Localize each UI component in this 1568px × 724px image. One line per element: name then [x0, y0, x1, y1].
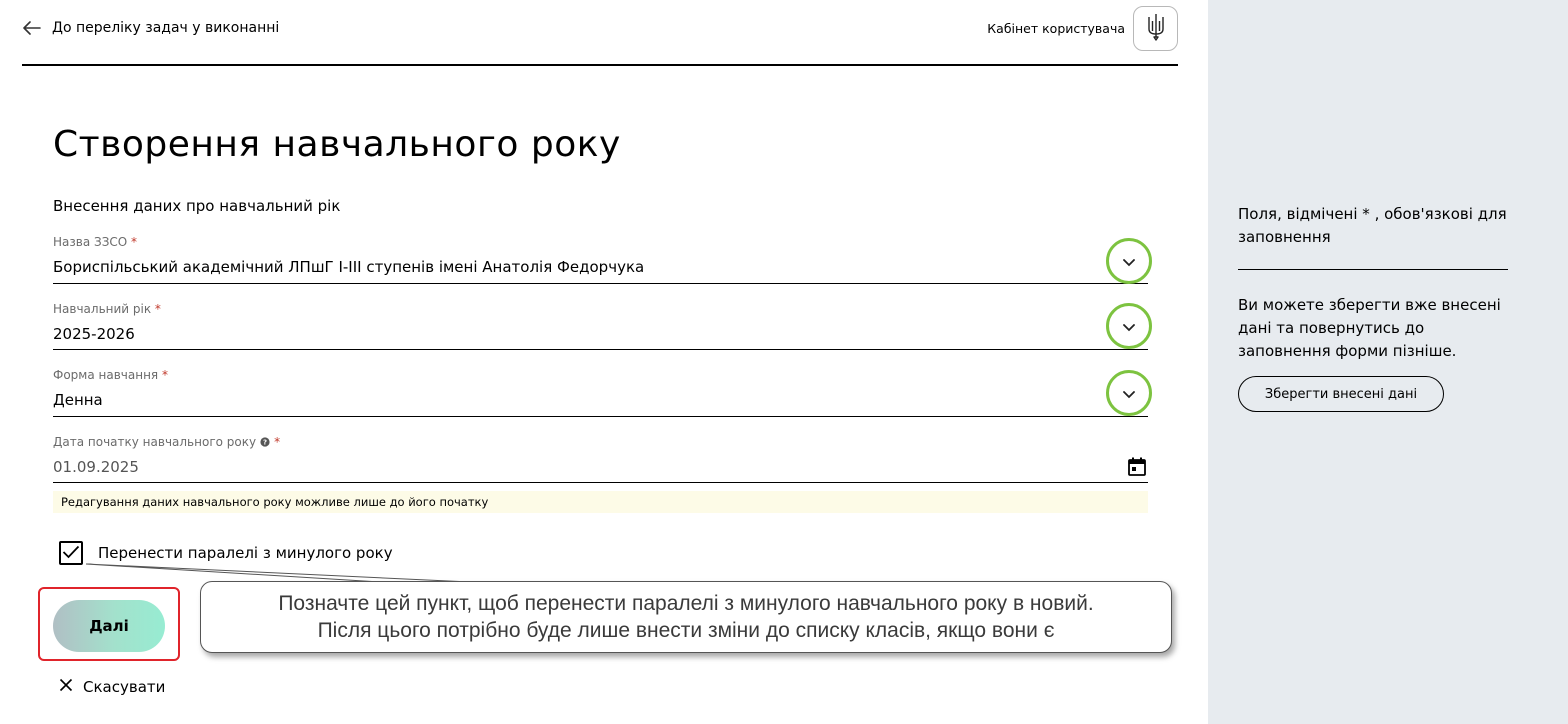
school-dropdown-toggle[interactable] — [1106, 238, 1152, 284]
form-value: Денна — [53, 391, 103, 409]
chevron-down-icon — [1123, 317, 1135, 336]
school-label: Назва ЗЗСО * — [53, 235, 138, 249]
year-value: 2025-2026 — [53, 325, 135, 343]
chevron-down-icon — [1123, 252, 1135, 271]
close-icon — [59, 677, 73, 696]
school-select[interactable]: Назва ЗЗСО * Бориспільський академічний … — [53, 235, 1148, 284]
back-to-tasks-link[interactable]: До переліку задач у виконанні — [22, 18, 279, 38]
cabinet-label: Кабінет користувача — [987, 21, 1125, 36]
calendar-icon[interactable] — [1128, 457, 1146, 480]
next-button-highlight: Далі — [38, 587, 180, 661]
main-content: До переліку задач у виконанні Кабінет ко… — [0, 0, 1208, 724]
page-header: До переліку задач у виконанні Кабінет ко… — [22, 0, 1178, 66]
user-cabinet-link[interactable]: Кабінет користувача — [987, 6, 1178, 51]
checkbox-label: Перенести паралелі з минулого року — [98, 544, 393, 562]
required-fields-hint: Поля, відмічені * , обов'язкові для запо… — [1238, 205, 1507, 246]
start-date-value: 01.09.2025 — [53, 458, 139, 476]
svg-text:?: ? — [263, 439, 267, 447]
tutorial-callout: Позначте цей пункт, щоб перенести парале… — [200, 581, 1172, 653]
academic-year-select[interactable]: Навчальний рік * 2025-2026 — [53, 302, 1148, 350]
study-form-select[interactable]: Форма навчання * Денна — [53, 368, 1148, 417]
school-value: Бориспільський академічний ЛПшГ І-ІІІ ст… — [53, 258, 645, 276]
start-date-label: Дата початку навчального року ? * — [53, 435, 281, 449]
callout-line-1: Позначте цей пункт, щоб перенести парале… — [278, 592, 1094, 615]
save-draft-button[interactable]: Зберегти внесені дані — [1238, 376, 1444, 412]
year-dropdown-toggle[interactable] — [1106, 303, 1152, 349]
arrow-left-icon — [22, 18, 42, 38]
checkbox-box[interactable] — [59, 541, 83, 565]
year-label: Навчальний рік * — [53, 302, 161, 316]
trident-icon — [1146, 12, 1166, 46]
divider — [1238, 269, 1508, 270]
cancel-label: Скасувати — [83, 677, 166, 696]
callout-line-2: Після цього потрібно буде лише внести зм… — [317, 619, 1055, 642]
transfer-parallels-checkbox[interactable]: Перенести паралелі з минулого року — [59, 541, 393, 565]
next-button[interactable]: Далі — [53, 600, 165, 652]
form-label: Форма навчання * — [53, 368, 168, 382]
back-link-label: До переліку задач у виконанні — [52, 20, 280, 36]
checkmark-icon — [62, 544, 80, 563]
section-subtitle: Внесення даних про навчальний рік — [53, 197, 341, 215]
edit-restriction-notice: Редагування даних навчального року можли… — [53, 491, 1148, 513]
form-dropdown-toggle[interactable] — [1106, 370, 1152, 416]
chevron-down-icon — [1123, 384, 1135, 403]
cancel-button[interactable]: Скасувати — [59, 677, 165, 696]
save-hint: Ви можете зберегти вже внесені дані та п… — [1238, 296, 1501, 360]
side-panel: Поля, відмічені * , обов'язкові для запо… — [1208, 0, 1568, 724]
cabinet-button[interactable] — [1133, 6, 1178, 51]
question-circle-icon[interactable]: ? — [260, 437, 270, 447]
page-title: Створення навчального року — [53, 124, 621, 165]
start-date-field[interactable]: Дата початку навчального року ? * 01.09.… — [53, 435, 1148, 483]
